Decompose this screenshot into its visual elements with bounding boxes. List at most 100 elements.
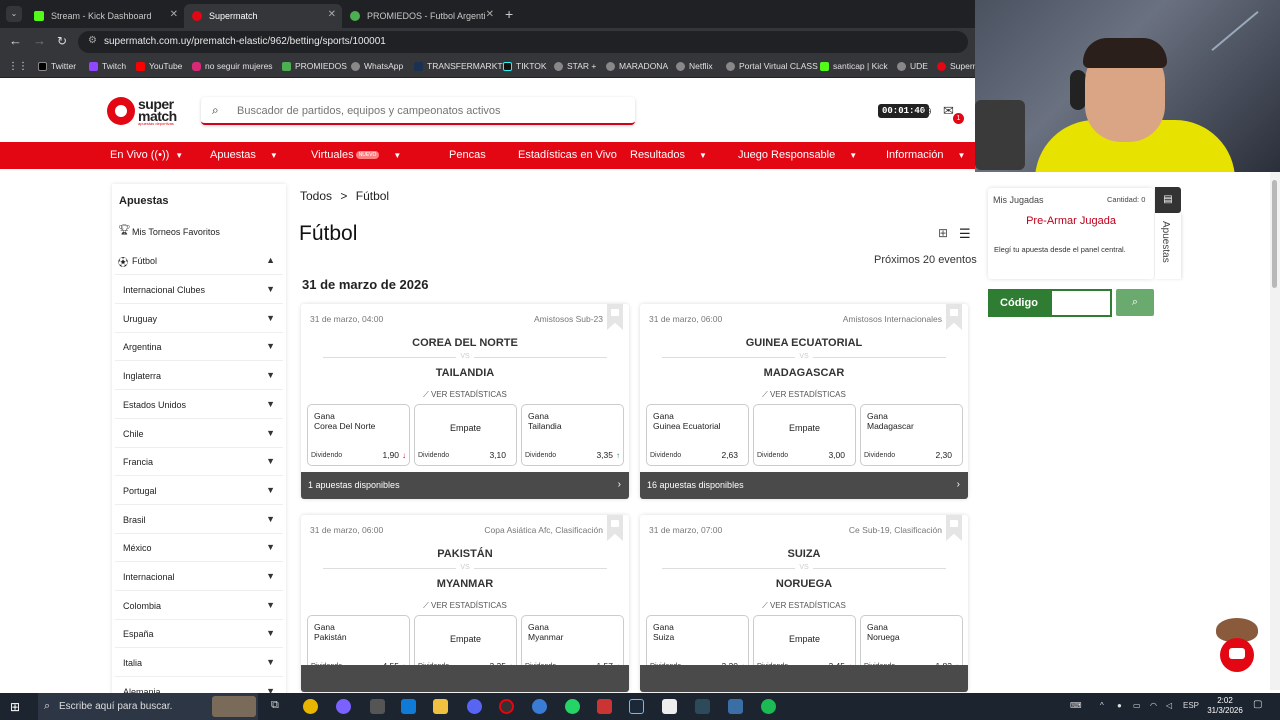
task-view-icon[interactable]: ⧉ [271, 699, 286, 714]
microphone-icon[interactable]: ● [1117, 701, 1122, 710]
app-icon[interactable] [695, 699, 710, 714]
taskbar-clock[interactable]: 2:02 31/3/2026 [1205, 696, 1245, 716]
odds-button[interactable]: Gana Guinea Ecuatorial Dividendo 2,63 [646, 404, 749, 466]
shield-icon[interactable] [728, 699, 743, 714]
apps-grid-icon[interactable]: ⋮⋮ [8, 61, 28, 72]
favorites-item[interactable]: 🏆︎ Mis Torneos Favoritos [115, 218, 283, 246]
address-bar[interactable]: ⚙ supermatch.com.uy/prematch-elastic/962… [78, 31, 968, 53]
bookmark-portal[interactable]: Portal Virtual CLASS [726, 61, 818, 71]
reload-icon[interactable]: ↻ [57, 34, 67, 48]
bookmark-tiktok[interactable]: TIKTOK [503, 61, 547, 71]
bookmark-youtube[interactable]: YouTube [136, 61, 182, 71]
menu-informacion[interactable]: Información ▼ [886, 149, 965, 161]
bookmark-twitter[interactable]: Twitter [38, 61, 76, 71]
sidebar-league-item[interactable]: Internacional ▼ [115, 563, 283, 591]
bookmark-promiedos[interactable]: PROMIEDOS [282, 61, 347, 71]
tab-search-chevron-icon[interactable]: ⌄ [6, 6, 22, 22]
menu-resultados[interactable]: Resultados ▼ [630, 149, 707, 161]
bookmark-netflix[interactable]: Netflix [676, 61, 713, 71]
whatsapp-icon[interactable] [565, 699, 580, 714]
bookmark-twitch[interactable]: Twitch [89, 61, 126, 71]
odds-button[interactable]: Gana Tailandia Dividendo 3,35 ↑ [521, 404, 624, 466]
supermatch-logo-icon[interactable] [107, 97, 135, 125]
browser-tab[interactable]: PROMIEDOS - Futbol Argentina ✕ [342, 4, 500, 28]
menu-en-vivo[interactable]: En Vivo ((•)) ▼ [110, 149, 183, 161]
menu-virtuales[interactable]: Virtuales NUEVO ▼ [311, 149, 401, 161]
sidebar-league-item[interactable]: Chile ▼ [115, 420, 283, 448]
favorite-bookmark-icon[interactable] [946, 515, 962, 541]
match-card[interactable]: 31 de marzo, 07:00 Ce Sub-19, Clasificaci… [640, 515, 968, 692]
tray-chevron-icon[interactable]: ^ [1100, 701, 1104, 710]
network-icon[interactable]: ▭ [1133, 701, 1141, 710]
steam-icon[interactable] [629, 699, 644, 714]
odds-button[interactable]: Gana Corea Del Norte Dividendo 1,90 ↓ [307, 404, 410, 466]
sidebar-league-item[interactable]: Portugal ▼ [115, 477, 283, 505]
app-icon[interactable] [597, 699, 612, 714]
sidebar-league-item[interactable]: Inglaterra ▼ [115, 362, 283, 390]
spotify-icon[interactable] [761, 699, 776, 714]
wifi-icon[interactable]: ◠ [1150, 701, 1157, 710]
close-icon[interactable]: ✕ [170, 9, 178, 20]
app-icon[interactable] [370, 699, 385, 714]
menu-juego-responsable[interactable]: Juego Responsable ▼ [738, 149, 857, 161]
chat-icon[interactable] [1220, 638, 1254, 672]
forward-icon[interactable]: → [33, 33, 46, 48]
notifications-icon[interactable]: ▢ [1253, 699, 1262, 710]
bookmark-supermatch[interactable]: Superm [937, 61, 980, 71]
odds-button[interactable]: Empate Dividendo 3,00 [753, 404, 856, 466]
bookmark-maradona[interactable]: MARADONA [606, 61, 668, 71]
close-icon[interactable]: ✕ [328, 9, 336, 20]
match-card[interactable]: 31 de marzo, 06:00 Copa Asiática Afc, Cla… [301, 515, 629, 692]
available-bets-bar[interactable]: 16 apuestas disponibles › [640, 472, 968, 499]
odds-button[interactable]: Gana Madagascar Dividendo 2,30 [860, 404, 963, 466]
sidebar-league-item[interactable]: Colombia ▼ [115, 592, 283, 620]
favorite-bookmark-icon[interactable] [607, 515, 623, 541]
url-text[interactable]: supermatch.com.uy/prematch-elastic/962/b… [104, 36, 386, 47]
scrollbar-thumb[interactable] [1272, 180, 1277, 288]
favorite-bookmark-icon[interactable] [607, 304, 623, 330]
menu-pencas[interactable]: Pencas [449, 149, 486, 161]
match-card[interactable]: 31 de marzo, 04:00 Amistosos Sub-23 COREA … [301, 304, 629, 499]
sidebar-league-item[interactable]: Italia ▼ [115, 649, 283, 677]
sidebar-league-item[interactable]: Argentina ▼ [115, 333, 283, 361]
site-search[interactable]: ⌕ [201, 97, 635, 125]
site-info-icon[interactable]: ⚙ [88, 35, 97, 46]
chrome-icon[interactable] [303, 699, 318, 714]
odds-button[interactable]: Empate Dividendo 3,10 [414, 404, 517, 466]
breadcrumb-root[interactable]: Todos [300, 189, 332, 203]
site-logo[interactable]: super match [138, 97, 177, 123]
app-icon[interactable] [532, 699, 547, 714]
folder-icon[interactable] [433, 699, 448, 714]
favorite-bookmark-icon[interactable] [946, 304, 962, 330]
betslip-vertical-tab[interactable]: Apuestas [1155, 213, 1181, 279]
view-stats-link[interactable]: ⟋ VER ESTADÍSTICAS [301, 601, 629, 611]
browser-tab[interactable]: Stream - Kick Dashboard ✕ [26, 4, 184, 28]
windows-start-icon[interactable]: ⊞ [10, 700, 20, 714]
available-bets-bar[interactable] [640, 665, 968, 692]
bookmark-star[interactable]: STAR + [554, 61, 596, 71]
prearm-link[interactable]: Pre-Armar Jugada [988, 215, 1154, 227]
close-icon[interactable]: ✕ [486, 9, 494, 20]
sidebar-league-item[interactable]: Uruguay ▼ [115, 305, 283, 333]
bookmark-transfermarkt[interactable]: TRANSFERMARKT [414, 61, 503, 71]
code-input[interactable] [1050, 289, 1112, 317]
view-stats-link[interactable]: ⟋ VER ESTADÍSTICAS [640, 601, 968, 611]
copilot-icon[interactable] [336, 699, 351, 714]
sidebar-league-item[interactable]: Internacional Clubes ▼ [115, 276, 283, 304]
sidebar-league-item[interactable]: Brasil ▼ [115, 506, 283, 534]
new-tab-icon[interactable]: + [505, 6, 513, 22]
menu-estadisticas[interactable]: Estadísticas en Vivo [518, 149, 617, 161]
sidebar-league-item[interactable]: Francia ▼ [115, 448, 283, 476]
available-bets-bar[interactable]: 1 apuestas disponibles › [301, 472, 629, 499]
back-icon[interactable]: ← [9, 33, 22, 48]
code-search-button[interactable]: ⌕ [1116, 289, 1154, 316]
view-stats-link[interactable]: ⟋ VER ESTADÍSTICAS [640, 390, 968, 400]
bookmark-whatsapp[interactable]: WhatsApp [351, 61, 403, 71]
menu-apuestas[interactable]: Apuestas ▼ [210, 149, 278, 161]
view-stats-link[interactable]: ⟋ VER ESTADÍSTICAS [301, 390, 629, 400]
search-highlight-image[interactable] [212, 696, 256, 717]
language-indicator[interactable]: ESP [1183, 701, 1199, 710]
keyboard-icon[interactable]: ⌨ [1070, 701, 1082, 710]
browser-tab-active[interactable]: Supermatch ✕ [184, 4, 342, 28]
sidebar-league-item[interactable]: México ▼ [115, 534, 283, 562]
